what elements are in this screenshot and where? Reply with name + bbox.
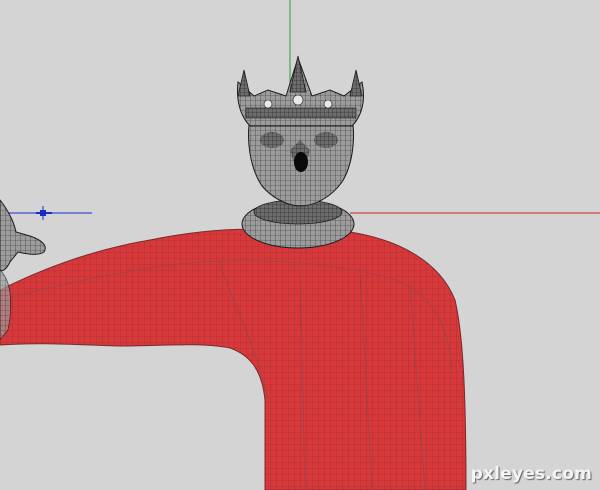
pivot-marker-icon[interactable] <box>36 206 52 220</box>
head-mesh[interactable] <box>248 117 355 207</box>
crown-mesh[interactable] <box>237 55 365 127</box>
body-mesh[interactable] <box>0 228 467 490</box>
viewport-canvas[interactable] <box>0 0 600 490</box>
neck-collar-mesh[interactable] <box>241 199 355 249</box>
3d-viewport[interactable]: pxleyes.com <box>0 0 600 490</box>
mouth-opening <box>294 152 308 172</box>
watermark-logo: pxleyes.com <box>470 464 592 484</box>
